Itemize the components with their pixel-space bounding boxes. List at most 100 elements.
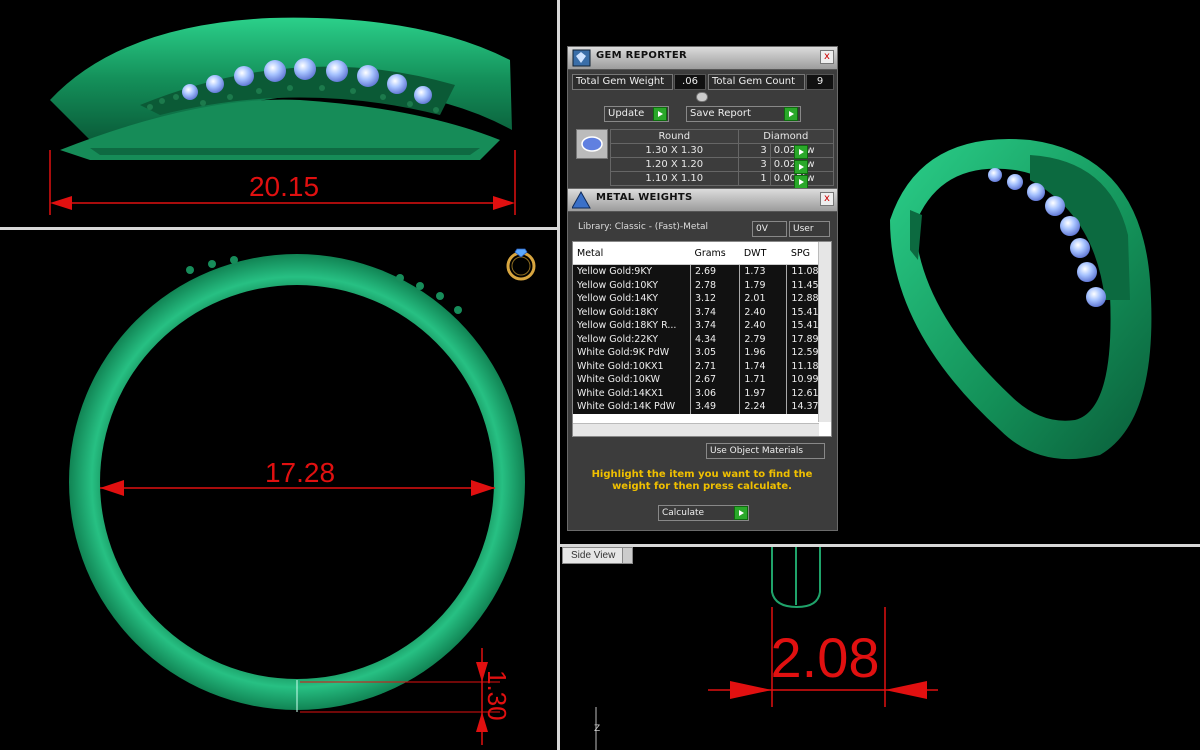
ring-navigator-icon bbox=[506, 248, 536, 281]
metal-dwt: 1.73 bbox=[739, 264, 788, 279]
metal-grams: 2.69 bbox=[690, 264, 741, 279]
table-row[interactable]: White Gold:14K PdW 3.49 2.24 14.37 bbox=[573, 400, 831, 414]
metal-dwt: 1.74 bbox=[739, 359, 788, 373]
metal-weights-icon bbox=[572, 191, 591, 209]
metal-dwt: 2.40 bbox=[739, 319, 788, 333]
dimension-thickness-label: 2.08 bbox=[771, 626, 880, 689]
gem-size: 1.30 X 1.30 bbox=[610, 143, 739, 158]
table-row[interactable]: Yellow Gold:18KY 3.74 2.40 15.41 bbox=[573, 305, 831, 319]
calculate-label: Calculate bbox=[662, 508, 705, 518]
use-object-materials-label: Use Object Materials bbox=[710, 446, 804, 456]
ring-front-view: 17.28 1.30 bbox=[69, 248, 536, 745]
total-gem-count-label: Total Gem Count bbox=[708, 74, 805, 90]
metal-grams: 3.74 bbox=[690, 319, 741, 333]
metal-list[interactable]: Metal Grams DWT SPG Yellow Gold:9KY 2.69 1… bbox=[572, 241, 832, 437]
table-row[interactable]: White Gold:14KX1 3.06 1.97 12.61 bbox=[573, 386, 831, 400]
slider-handle[interactable] bbox=[696, 92, 708, 102]
metal-name: White Gold:10KW bbox=[573, 373, 691, 387]
toggle-ov-label: 0V bbox=[756, 224, 768, 234]
metal-name: White Gold:14KX1 bbox=[573, 386, 691, 400]
close-icon[interactable]: x bbox=[820, 50, 834, 64]
gem-reporter-icon bbox=[572, 49, 591, 67]
update-label: Update bbox=[608, 108, 645, 119]
dimension-width-label: 20.15 bbox=[249, 171, 319, 202]
close-icon[interactable]: x bbox=[820, 192, 834, 206]
ring-side-view: 2.08 Z bbox=[594, 547, 938, 750]
instruction-text: Highlight the item you want to find the … bbox=[591, 469, 813, 492]
metal-name: Yellow Gold:18KY R... bbox=[573, 319, 691, 333]
table-row[interactable]: White Gold:10KW 2.67 1.71 10.99 bbox=[573, 373, 831, 387]
table-row[interactable]: Yellow Gold:22KY 4.34 2.79 17.89 bbox=[573, 332, 831, 346]
metal-grams: 3.12 bbox=[690, 292, 741, 306]
save-report-label: Save Report bbox=[690, 108, 751, 119]
top-viewport[interactable]: 20.15 bbox=[0, 0, 557, 228]
metal-grams: 2.71 bbox=[690, 359, 741, 373]
toggle-user-label: User bbox=[793, 224, 814, 234]
z-axis-label: Z bbox=[594, 724, 600, 734]
metal-list-vscroll[interactable] bbox=[818, 242, 831, 422]
table-row[interactable]: Yellow Gold:18KY R... 3.74 2.40 15.41 bbox=[573, 319, 831, 333]
metal-list-hscroll[interactable] bbox=[573, 423, 819, 436]
metal-dwt: 2.24 bbox=[739, 400, 788, 414]
calculate-arrow-icon[interactable] bbox=[734, 506, 748, 520]
metal-weights-title: METAL WEIGHTS bbox=[596, 192, 693, 203]
metal-weights-panel[interactable]: METAL WEIGHTS x Library: Classic - (Fast… bbox=[567, 188, 838, 531]
metal-col-grams[interactable]: Grams bbox=[690, 242, 740, 265]
dimension-diameter-label: 17.28 bbox=[265, 457, 335, 488]
metal-grams: 2.67 bbox=[690, 373, 741, 387]
table-row[interactable]: Yellow Gold:9KY 2.69 1.73 11.08 bbox=[573, 264, 831, 279]
metal-name: White Gold:9K PdW bbox=[573, 346, 691, 360]
metal-name: Yellow Gold:14KY bbox=[573, 292, 691, 306]
metal-grams: 3.74 bbox=[690, 305, 741, 319]
table-row[interactable]: Yellow Gold:10KY 2.78 1.79 11.45 bbox=[573, 278, 831, 292]
update-arrow-icon[interactable] bbox=[653, 107, 667, 121]
metal-weights-titlebar[interactable]: METAL WEIGHTS x bbox=[568, 189, 837, 212]
metal-dwt: 2.01 bbox=[739, 292, 788, 306]
row-arrow-icon[interactable] bbox=[794, 160, 808, 174]
total-gem-weight-label: Total Gem Weight bbox=[572, 74, 673, 90]
toggle-user[interactable]: User bbox=[789, 221, 830, 237]
row-arrow-icon[interactable] bbox=[794, 175, 808, 189]
metal-name: Yellow Gold:9KY bbox=[573, 264, 691, 279]
save-report-arrow-icon[interactable] bbox=[784, 107, 798, 121]
gem-count: 1 bbox=[737, 171, 771, 186]
table-row[interactable]: White Gold:10KX1 2.71 1.74 11.18 bbox=[573, 359, 831, 373]
use-object-materials-checkbox[interactable]: Use Object Materials bbox=[706, 443, 825, 459]
metal-dwt: 1.71 bbox=[739, 373, 788, 387]
total-gem-count-value: 9 bbox=[806, 74, 834, 90]
gem-table-header-shape: Round bbox=[610, 129, 739, 144]
gem-table-header-type: Diamond bbox=[737, 129, 835, 144]
metal-grams: 3.49 bbox=[690, 400, 741, 414]
side-viewport[interactable]: Side View 2.08 Z bbox=[560, 547, 1200, 750]
front-viewport[interactable]: 17.28 1.30 bbox=[0, 230, 557, 750]
total-gem-weight-value: .06 bbox=[674, 74, 706, 90]
ring-top-view: 20.15 bbox=[49, 17, 516, 215]
gem-shape-icon bbox=[576, 129, 608, 159]
gem-count: 3 bbox=[737, 143, 771, 158]
dimension-band-label: 1.30 bbox=[482, 670, 512, 721]
table-row[interactable]: Yellow Gold:14KY 3.12 2.01 12.88 bbox=[573, 292, 831, 306]
gem-reporter-title: GEM REPORTER bbox=[596, 50, 688, 61]
metal-name: Yellow Gold:10KY bbox=[573, 278, 691, 292]
gem-count: 3 bbox=[737, 157, 771, 172]
gem-reporter-panel[interactable]: GEM REPORTER x Total Gem Weight .06 Tota… bbox=[567, 46, 838, 196]
metal-name: Yellow Gold:22KY bbox=[573, 332, 691, 346]
metal-grams: 2.78 bbox=[690, 278, 741, 292]
metal-grams: 3.05 bbox=[690, 346, 741, 360]
metal-dwt: 2.40 bbox=[739, 305, 788, 319]
toggle-ov[interactable]: 0V bbox=[752, 221, 787, 237]
metal-dwt: 1.79 bbox=[739, 278, 788, 292]
gem-reporter-titlebar[interactable]: GEM REPORTER x bbox=[568, 47, 837, 70]
gem-size: 1.20 X 1.20 bbox=[610, 157, 739, 172]
table-row[interactable]: White Gold:9K PdW 3.05 1.96 12.59 bbox=[573, 346, 831, 360]
library-label: Library: Classic - (Fast)-Metal bbox=[578, 222, 709, 232]
metal-col-metal[interactable]: Metal bbox=[573, 242, 691, 265]
metal-grams: 4.34 bbox=[690, 332, 741, 346]
metal-name: Yellow Gold:18KY bbox=[573, 305, 691, 319]
metal-grams: 3.06 bbox=[690, 386, 741, 400]
metal-col-dwt[interactable]: DWT bbox=[739, 242, 787, 265]
metal-name: White Gold:10KX1 bbox=[573, 359, 691, 373]
row-arrow-icon[interactable] bbox=[794, 145, 808, 159]
metal-dwt: 1.97 bbox=[739, 386, 788, 400]
metal-dwt: 2.79 bbox=[739, 332, 788, 346]
